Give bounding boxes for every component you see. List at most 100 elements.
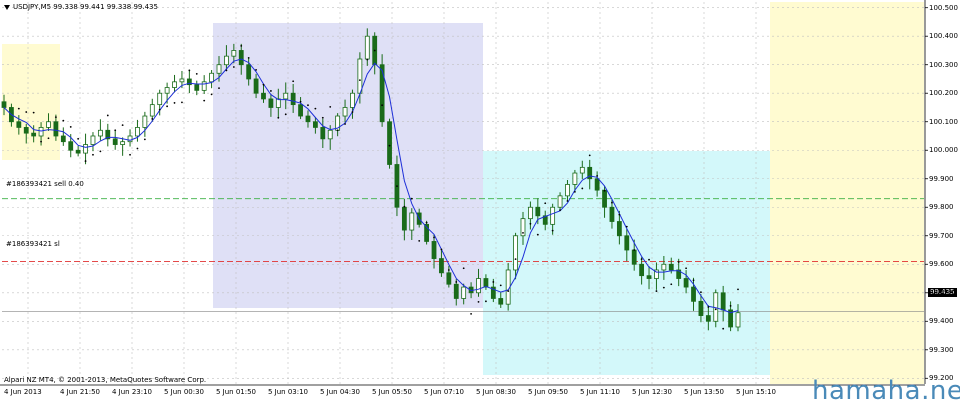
- price-tick-label: 99.400: [929, 317, 954, 326]
- candle-body: [453, 283, 459, 299]
- psar-dot: [611, 201, 613, 204]
- candle-body: [691, 286, 696, 302]
- candle-body: [68, 141, 74, 151]
- candle-body: [705, 315, 711, 322]
- psar-dot: [477, 300, 480, 303]
- candle-body: [38, 127, 44, 137]
- psar-dot: [344, 123, 346, 125]
- candle-body: [387, 121, 392, 165]
- time-tick-label: 5 Jun 09:50: [528, 388, 569, 396]
- psar-dot: [262, 83, 265, 86]
- psar-dot: [92, 153, 94, 156]
- price-tick-label: 100.500: [929, 3, 958, 12]
- candle-body: [298, 104, 303, 117]
- candle-body: [401, 206, 407, 231]
- psar-dot: [292, 80, 295, 83]
- psar-dot: [225, 69, 228, 72]
- candle-body: [720, 292, 726, 311]
- psar-dot: [210, 93, 213, 96]
- psar-dot: [707, 306, 710, 308]
- psar-dot: [166, 105, 169, 108]
- time-tick-label: 5 Jun 01:50: [216, 388, 257, 396]
- candle-body: [379, 64, 385, 123]
- candle-body: [53, 121, 59, 137]
- candle-body: [528, 206, 533, 220]
- psar-dot: [499, 284, 502, 287]
- psar-dot: [692, 279, 695, 282]
- candle-body: [275, 98, 281, 108]
- dropdown-triangle-icon[interactable]: [4, 4, 10, 10]
- psar-dot: [485, 300, 487, 303]
- psar-dot: [173, 102, 176, 104]
- chart-window[interactable]: USDJPY,M5 99.338 99.441 99.338 99.435 #1…: [0, 0, 960, 401]
- psar-dot: [351, 111, 354, 113]
- psar-dot: [514, 258, 517, 261]
- psar-dot: [40, 140, 42, 143]
- psar-dot: [203, 99, 206, 102]
- psar-dot: [566, 200, 569, 202]
- psar-dot: [188, 69, 191, 72]
- candle-body: [579, 166, 585, 174]
- candle-body: [305, 115, 311, 123]
- candle-body: [112, 138, 118, 145]
- psar-dot: [462, 267, 465, 270]
- psar-dot: [84, 160, 87, 162]
- time-tick-label: 5 Jun 13:50: [684, 388, 725, 396]
- psar-dot: [307, 104, 309, 107]
- candle-body: [246, 64, 252, 80]
- candle-body: [513, 235, 518, 271]
- candle-body: [698, 300, 704, 316]
- psar-dot: [544, 202, 547, 205]
- candle-body: [60, 135, 66, 143]
- candle-body: [572, 172, 578, 185]
- time-tick-label: 5 Jun 00:30: [164, 388, 205, 396]
- candle-body: [216, 64, 222, 74]
- psar-dot: [218, 87, 220, 89]
- candle-body: [646, 275, 652, 279]
- candle-body: [327, 129, 333, 140]
- candle-body: [120, 141, 126, 145]
- candle-body: [320, 127, 326, 140]
- psar-dot: [114, 129, 117, 132]
- psar-dot: [314, 107, 317, 110]
- candle-body: [194, 84, 200, 91]
- psar-dot: [47, 137, 50, 140]
- psar-dot: [425, 221, 428, 224]
- candle-body: [231, 50, 237, 57]
- candle-body: [631, 249, 637, 265]
- candle-body: [1, 101, 7, 108]
- psar-dot: [440, 248, 443, 251]
- psar-dot: [143, 138, 146, 141]
- candle-body: [683, 278, 689, 288]
- price-tick-label: 100.200: [929, 89, 958, 98]
- candle-body: [476, 278, 481, 294]
- candle-body: [75, 149, 81, 154]
- psar-dot: [373, 49, 376, 52]
- psar-dot: [17, 107, 20, 110]
- price-chart[interactable]: [0, 0, 960, 401]
- candle-body: [431, 241, 437, 259]
- psar-dot: [522, 232, 524, 234]
- candle-body: [461, 286, 467, 299]
- psar-dot: [507, 290, 510, 292]
- psar-dot: [32, 111, 35, 114]
- price-tick-label: 99.600: [929, 260, 954, 269]
- time-tick-label: 5 Jun 15:10: [736, 388, 777, 396]
- candle-body: [498, 298, 504, 305]
- candle-body: [23, 127, 29, 134]
- candle-body: [594, 178, 600, 191]
- order-sl-label: #186393421 sl: [6, 240, 60, 248]
- candle-body: [446, 272, 452, 285]
- candle-body: [364, 35, 370, 60]
- psar-dot: [54, 116, 57, 119]
- psar-dot: [151, 117, 154, 120]
- price-tick-label: 100.100: [929, 117, 958, 126]
- psar-dot: [685, 267, 688, 270]
- psar-dot: [729, 304, 732, 307]
- zone-yellow-right: [770, 2, 924, 384]
- candle-body: [135, 127, 140, 137]
- psar-dot: [418, 239, 421, 242]
- psar-dot: [447, 269, 450, 271]
- psar-dot: [603, 189, 606, 192]
- zone-cyan: [483, 151, 770, 375]
